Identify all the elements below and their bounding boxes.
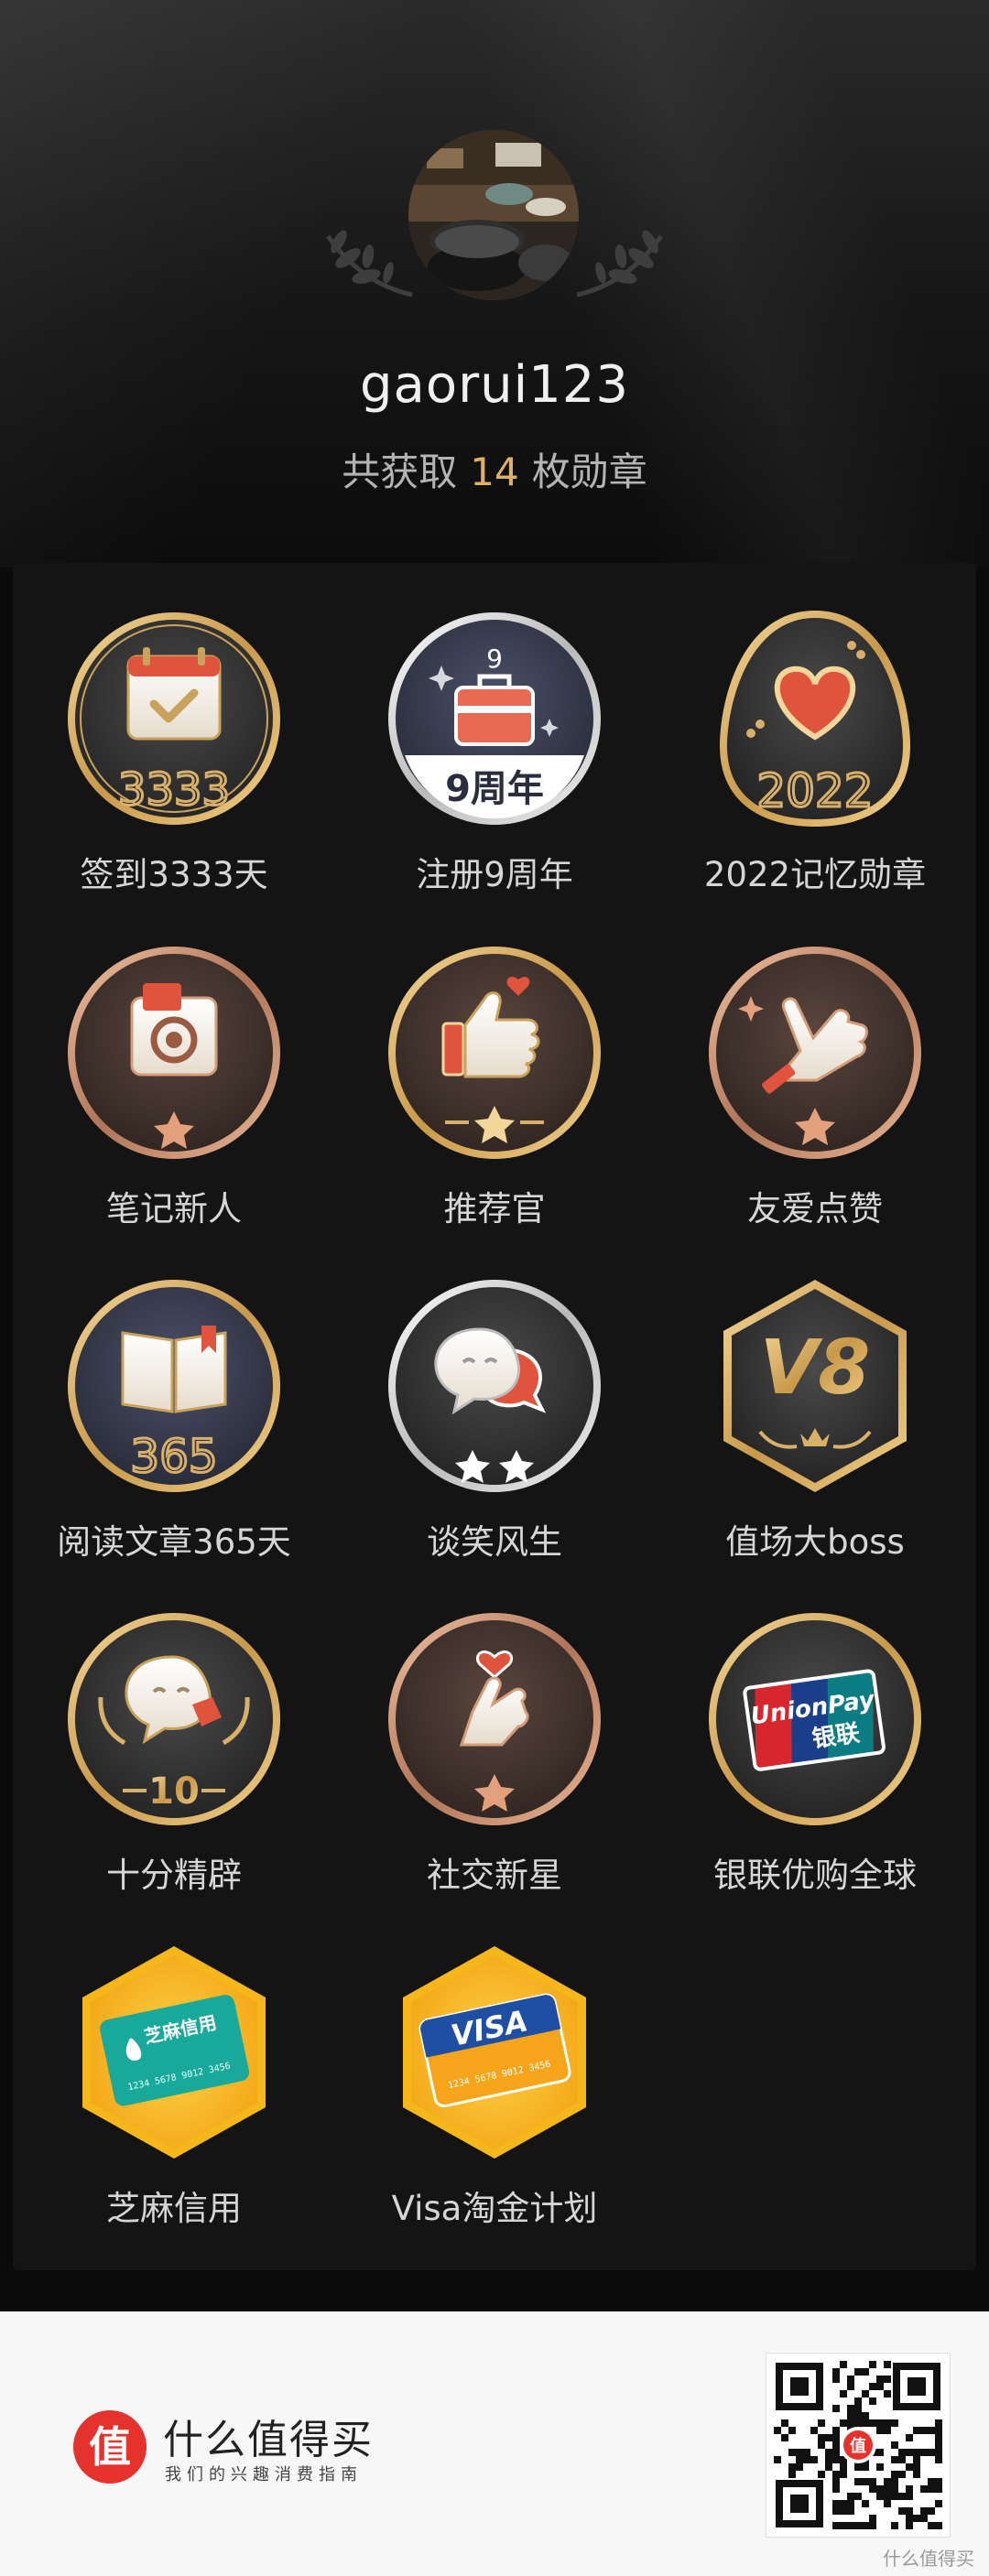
- badge-item[interactable]: 社交新星: [334, 1564, 655, 1895]
- badge-item[interactable]: 笔记新人: [14, 897, 334, 1228]
- svg-text:2022: 2022: [756, 764, 873, 817]
- badge-item[interactable]: 365 阅读文章365天: [14, 1230, 334, 1562]
- badge-label: 谈笑风生: [427, 1522, 562, 1562]
- watermark: 什么值得买: [883, 2548, 974, 2570]
- badge-item[interactable]: 3333 签到3333天: [14, 563, 334, 894]
- badge-label: 注册9周年: [416, 855, 573, 894]
- heart-egg-icon: 2022: [720, 611, 910, 827]
- qr-code: 值: [766, 2353, 951, 2538]
- svg-text:9: 9: [486, 644, 503, 674]
- profile-header: gaorui123 共获取 14 枚勋章: [0, 0, 989, 568]
- svg-text:V8: V8: [760, 1325, 871, 1412]
- footer: 值 什么值得买 我们的兴趣消费指南 值 什么值得买: [0, 2311, 989, 2576]
- badge-label: Visa淘金计划: [391, 2189, 598, 2228]
- svg-text:值: 值: [850, 2436, 866, 2456]
- username: gaorui123: [359, 355, 630, 415]
- badge-item[interactable]: 谈笑风生: [334, 1230, 655, 1562]
- laurel-left-icon: [325, 230, 413, 298]
- badge-item[interactable]: VISA 1234 5678 9012 3456 Visa淘金计划: [334, 1897, 655, 2228]
- badge-label: 十分精辟: [106, 1856, 242, 1895]
- unionpay-icon: UnionPay 银联: [709, 1613, 921, 1825]
- brand-name: 什么值得买: [163, 2417, 374, 2463]
- brand-slogan: 我们的兴趣消费指南: [165, 2465, 363, 2484]
- badge-label: 签到3333天: [80, 855, 268, 894]
- brand-logo-icon: 值: [73, 2410, 147, 2484]
- badge-label: 银联优购全球: [713, 1856, 917, 1895]
- badge-item[interactable]: 10 十分精辟: [14, 1564, 334, 1895]
- laurel-right-icon: [576, 230, 664, 298]
- svg-text:9周年: 9周年: [445, 768, 544, 810]
- badge-label: 友爱点赞: [747, 1189, 883, 1228]
- badge-item[interactable]: UnionPay 银联 银联优购全球: [655, 1564, 975, 1895]
- svg-text:3333: 3333: [118, 764, 230, 816]
- thumbs-up-icon: [388, 947, 601, 1159]
- svg-text:365: 365: [130, 1430, 217, 1483]
- sesame-credit-card-icon: 芝麻信用 1234 5678 9012 3456: [82, 1946, 266, 2159]
- badge-item[interactable]: V8 值场大boss: [655, 1230, 975, 1562]
- badge-label: 芝麻信用: [106, 2189, 242, 2228]
- book-icon: 365: [68, 1280, 280, 1492]
- badge-item[interactable]: 9周年 9 注册9周年: [334, 563, 655, 894]
- badge-count: 14: [470, 449, 519, 494]
- chat-laurel-icon: 10: [68, 1613, 280, 1825]
- camera-icon: [68, 947, 280, 1159]
- badge-item[interactable]: 友爱点赞: [655, 897, 975, 1228]
- badge-summary: 共获取 14 枚勋章: [0, 441, 989, 497]
- visa-card-icon: VISA 1234 5678 9012 3456: [403, 1946, 586, 2159]
- avatar-photo: [408, 130, 579, 300]
- v8-hexagon-icon: V8: [723, 1280, 907, 1492]
- avatar[interactable]: [408, 130, 579, 300]
- avatar-area: [311, 128, 678, 330]
- badge-label: 笔记新人: [106, 1189, 242, 1228]
- hand-like-icon: [709, 947, 921, 1159]
- svg-text:10: 10: [148, 1770, 200, 1813]
- badge-label: 值场大boss: [725, 1522, 905, 1562]
- badge-label: 推荐官: [443, 1189, 546, 1228]
- badge-label: 阅读文章365天: [57, 1522, 291, 1562]
- summary-prefix: 共获取: [342, 449, 458, 494]
- badge-grid: 3333 签到3333天 9周年 9 注册9周年 2022 2022记忆勋章 笔…: [13, 563, 976, 2270]
- badge-item[interactable]: 2022 2022记忆勋章: [655, 563, 975, 894]
- qr-code-icon: 值: [766, 2354, 950, 2537]
- chat-bubbles-icon: [388, 1280, 601, 1492]
- summary-suffix: 枚勋章: [531, 449, 647, 494]
- badge-item[interactable]: 芝麻信用 1234 5678 9012 3456 芝麻信用: [14, 1897, 334, 2228]
- calendar-check-icon: 3333: [68, 612, 280, 825]
- finger-heart-icon: [388, 1613, 601, 1825]
- toolbox-anniversary-icon: 9周年 9: [388, 612, 601, 825]
- badge-item[interactable]: 推荐官: [334, 897, 655, 1228]
- badge-label: 社交新星: [427, 1856, 562, 1895]
- badge-label: 2022记忆勋章: [703, 855, 927, 894]
